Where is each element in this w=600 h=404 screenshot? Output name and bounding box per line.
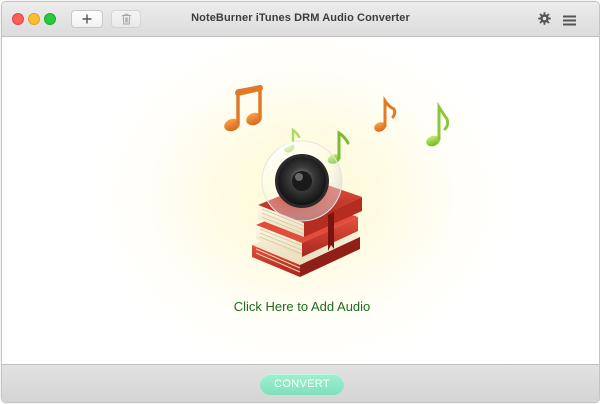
books-speaker-illustration <box>224 84 450 277</box>
hamburger-menu-icon <box>563 15 576 26</box>
add-audio-label[interactable]: Click Here to Add Audio <box>2 299 599 314</box>
add-audio-illustration[interactable] <box>152 77 452 327</box>
bottom-bar: CONVERT <box>2 364 599 402</box>
app-window: NoteBurner iTunes DRM Audio Converter Cl… <box>1 1 600 403</box>
music-note-green-right <box>426 101 450 147</box>
drop-area[interactable]: Click Here to Add Audio <box>2 37 599 363</box>
title-bar: NoteBurner iTunes DRM Audio Converter <box>2 2 599 37</box>
music-note-orange-small <box>374 96 397 132</box>
menu-button[interactable] <box>563 13 576 31</box>
speaker-bubble <box>261 140 343 222</box>
convert-button[interactable]: CONVERT <box>260 374 344 395</box>
settings-button[interactable] <box>538 12 551 30</box>
gear-icon <box>538 12 551 25</box>
window-title: NoteBurner iTunes DRM Audio Converter <box>191 12 410 24</box>
music-note-orange-large <box>224 84 263 132</box>
